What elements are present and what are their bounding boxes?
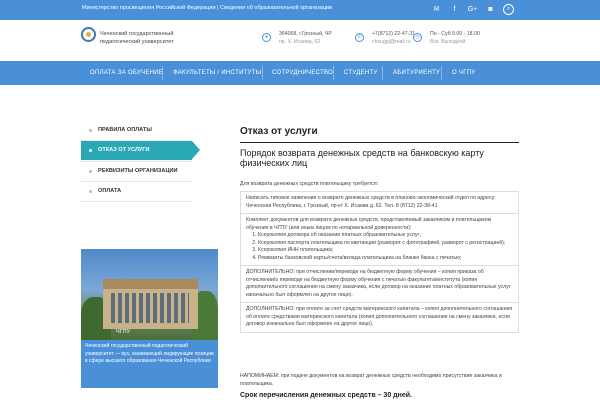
sidebar-item-payment[interactable]: ОПЛАТА [81,182,192,201]
search-icon[interactable]: ⌕ [503,4,514,15]
sidebar-item-payment-rules[interactable]: ПРАВИЛА ОПЛАТЫ [81,121,192,140]
social-icons: ✉ f G+ ◙ ⌕ [431,4,514,15]
section-subtitle: Порядок возврата денежных средств на бан… [240,148,484,168]
address-block: 364068, г.Грозный, ЧР пр. Х. Исаева, 62 [279,30,332,46]
list-item: Ксерокопия договора об оказании платных … [258,232,513,240]
working-hours: Пн - Суб 9.00 - 18.00 [430,31,480,37]
refund-term-heading: Срок перечисления денежных средств – 30 … [240,392,412,399]
phone-icon: ✆ [355,33,364,42]
documents-list: Ксерокопия договора об оказании платных … [246,232,513,262]
university-name-line1: Чеченский государственный [100,31,174,37]
nav-item-student[interactable]: СТУДЕНТУ [344,61,378,85]
email-address[interactable]: chsugpj@mail.ru [372,38,415,46]
requirements-table: Написать типовое заявление о возврате де… [240,191,519,333]
google-plus-icon[interactable]: G+ [467,4,478,15]
reminder-note: НАПОМИНАЕМ: при подаче документов на воз… [240,373,502,387]
email-icon[interactable]: ✉ [431,4,442,15]
table-row: Комплект документов для возврата денежны… [241,214,518,266]
list-item: Ксерокопия паспорта плательщика по квита… [258,240,513,248]
contact-block: +7(8712) 22-47-31 chsugpj@mail.ru [372,30,415,46]
clock-icon: ◷ [413,33,422,42]
page-title: Отказ от услуги [240,126,318,137]
nav-item-faculties[interactable]: ФАКУЛЬТЕТЫ / ИНСТИТУТЫ [173,61,261,85]
day-off: Вск. Выходной [430,39,466,45]
university-description: Чеченский государственный педагогический… [81,340,218,388]
list-item: Реквизиты банковской карты/счета/вклада … [258,255,513,263]
nav-item-applicant[interactable]: АБИТУРИЕНТУ [393,61,440,85]
documents-intro: Комплект документов для возврата денежны… [246,217,492,231]
top-bar: Министерство просвещения Российской Феде… [0,0,600,20]
table-row: Написать типовое заявление о возврате де… [241,192,518,214]
hours-block: Пн - Суб 9.00 - 18.00 Вск. Выходной [430,30,480,46]
nav-item-about[interactable]: О ЧГПУ [452,61,476,85]
phone-number[interactable]: +7(8712) 22-47-31 [372,30,415,38]
table-row: ДОПОЛНИТЕЛЬНО: при отчислении/переводе н… [241,266,518,303]
university-name[interactable]: Чеченский государственный педагогический… [100,30,174,46]
address-line1: 364068, г.Грозный, ЧР [279,31,332,37]
table-row: ДОПОЛНИТЕЛЬНО: при оплате за счет средст… [246,306,513,327]
instagram-icon[interactable]: ◙ [485,4,496,15]
sidebar-item-requisites[interactable]: РЕКВИЗИТЫ ОРГАНИЗАЦИИ [81,162,192,181]
title-divider [240,142,519,143]
top-links[interactable]: Министерство просвещения Российской Феде… [82,5,332,11]
list-item: Ксерокопия ИНН плательщика; [258,247,513,255]
university-photo[interactable]: ЧГПУ [81,249,218,340]
location-pin-icon: ● [262,33,271,42]
nav-item-cooperation[interactable]: СОТРУДНИЧЕСТВО [272,61,333,85]
university-logo[interactable] [81,27,96,42]
sidebar-item-refusal[interactable]: ОТКАЗ ОТ УСЛУГИ [81,141,200,160]
facebook-icon[interactable]: f [449,4,460,15]
address-line2: пр. Х. Исаева, 62 [279,39,321,45]
intro-text: Для возврата денежных средств плательщик… [240,181,379,187]
nav-item-payment[interactable]: ОПЛАТА ЗА ОБУЧЕНИЕ [90,61,163,85]
photo-caption: ЧГПУ [116,329,131,335]
main-nav: ОПЛАТА ЗА ОБУЧЕНИЕ ФАКУЛЬТЕТЫ / ИНСТИТУТ… [0,61,600,85]
university-name-line2: педагогический университет [100,39,174,45]
